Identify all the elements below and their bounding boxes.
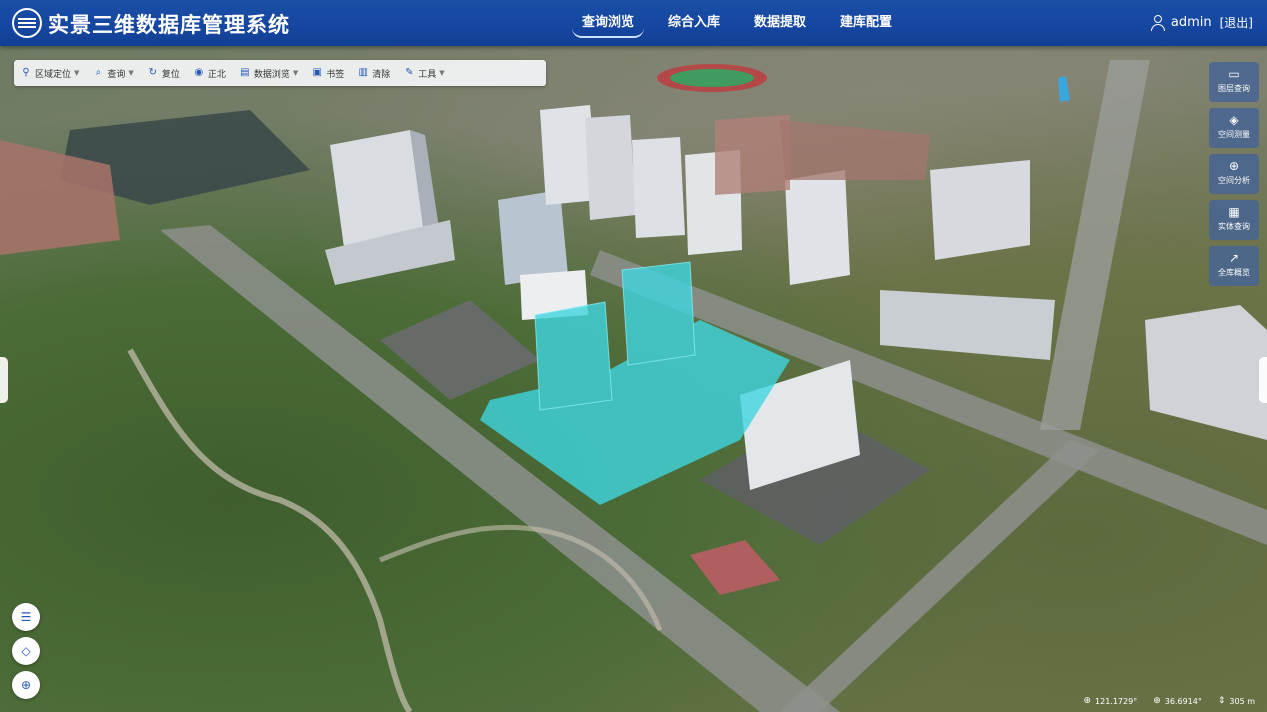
wrench-icon: ✎ (405, 67, 414, 78)
basemap-button[interactable]: ◇ (12, 637, 40, 665)
chevron-down-icon: ▼ (292, 69, 299, 77)
tab-integrated-import[interactable]: 综合入库 (656, 0, 732, 46)
globe-button[interactable]: ⊕ (12, 671, 40, 699)
compass-icon: ◉ (194, 67, 204, 78)
height-icon: ⇕ (1217, 696, 1226, 706)
overview-label: 全库概览 (1218, 268, 1250, 277)
app-title: 实景三维数据库管理系统 (48, 13, 290, 37)
chart-icon: ↗ (1228, 251, 1240, 265)
globe-icon: ⊕ (20, 678, 32, 692)
layer-query-button[interactable]: ▭ 图层查询 (1209, 62, 1259, 102)
reset-icon: ↻ (148, 67, 157, 78)
chevron-down-icon: ▼ (439, 69, 445, 77)
height-readout: ⇕ 305 m (1218, 696, 1255, 706)
globe-icon: ⊕ (1083, 696, 1092, 706)
bookmark-label: 书签 (326, 69, 345, 80)
spatial-analysis-label: 空间分析 (1218, 176, 1250, 185)
username: admin (1170, 15, 1212, 30)
latitude-readout: ⊕ 36.6914° (1153, 696, 1202, 706)
cube-icon: ◈ (1229, 113, 1239, 127)
entity-query-label: 实体查询 (1218, 222, 1250, 231)
latitude-value: 36.6914° (1164, 696, 1202, 706)
right-panel-toggle[interactable] (1259, 357, 1267, 403)
clear-label: 清除 (372, 69, 391, 80)
browse-label: 数据浏览 (253, 69, 290, 80)
spatial-analysis-button[interactable]: ⊕ 空间分析 (1209, 154, 1259, 194)
search-icon: ⌕ (95, 67, 102, 78)
bookmark-icon: ▣ (312, 67, 322, 78)
spatial-measure-label: 空间测量 (1218, 130, 1250, 139)
user-area: admin [退出] (1150, 14, 1253, 31)
layer-query-icon: ▭ (1228, 67, 1240, 81)
layers-icon: ▤ (240, 67, 250, 78)
globe-icon: ⊕ (1153, 696, 1161, 706)
location-pin-icon: ⚲ (22, 67, 30, 78)
longitude-value: 121.1729° (1095, 696, 1138, 706)
map-toolbar: ⚲ 区域定位 ▼ ⌕ 查询 ▼ ↻ 复位 ◉ 正北 ▤ 数据浏览 ▼ ▣ 书签 … (14, 60, 546, 86)
document-search-icon: ▦ (1228, 205, 1240, 219)
reset-label: 复位 (161, 69, 180, 80)
entity-query-button[interactable]: ▦ 实体查询 (1209, 200, 1259, 240)
app-logo-icon (12, 8, 42, 38)
layer-list-button[interactable]: ☰ (12, 603, 40, 631)
map-stack-icon: ◇ (21, 644, 31, 658)
layer-query-label: 图层查询 (1218, 84, 1250, 93)
logout-link[interactable]: [退出] (1220, 14, 1253, 31)
clear-button[interactable]: ▥ 清除 (351, 60, 397, 86)
data-browse-button[interactable]: ▤ 数据浏览 ▼ (233, 60, 305, 86)
north-label: 正北 (207, 69, 226, 80)
list-icon: ☰ (20, 610, 32, 624)
trash-icon: ▥ (358, 67, 368, 78)
tab-db-config[interactable]: 建库配置 (828, 0, 904, 46)
globe-icon: ⊕ (1228, 159, 1240, 173)
overview-button[interactable]: ↗ 全库概览 (1209, 246, 1259, 286)
chevron-down-icon: ▼ (128, 69, 134, 77)
3d-map-view[interactable] (0, 0, 1267, 712)
spatial-measure-button[interactable]: ◈ 空间测量 (1209, 108, 1259, 148)
query-button[interactable]: ⌕ 查询 ▼ (86, 60, 140, 86)
bookmark-button[interactable]: ▣ 书签 (305, 60, 351, 86)
top-header: 实景三维数据库管理系统 查询浏览 综合入库 数据提取 建库配置 admin [退… (0, 0, 1267, 46)
main-nav: 查询浏览 综合入库 数据提取 建库配置 (570, 0, 914, 46)
tools-label: 工具 (418, 69, 437, 80)
coordinate-status-bar: ⊕ 121.1729° ⊕ 36.6914° ⇕ 305 m (1067, 696, 1255, 706)
right-tool-panel: ▭ 图层查询 ◈ 空间测量 ⊕ 空间分析 ▦ 实体查询 ↗ 全库概览 (1209, 62, 1259, 292)
map-scene (0, 60, 1267, 712)
tools-button[interactable]: ✎ 工具 ▼ (397, 60, 451, 86)
height-value: 305 m (1229, 696, 1255, 706)
reset-button[interactable]: ↻ 复位 (141, 60, 187, 86)
region-label: 区域定位 (35, 69, 72, 80)
region-locate-button[interactable]: ⚲ 区域定位 ▼ (14, 60, 86, 86)
query-label: 查询 (107, 69, 126, 80)
chevron-down-icon: ▼ (74, 69, 80, 77)
left-panel-toggle[interactable] (0, 357, 8, 403)
north-button[interactable]: ◉ 正北 (187, 60, 233, 86)
longitude-readout: ⊕ 121.1729° (1083, 696, 1137, 706)
tab-data-extract[interactable]: 数据提取 (742, 0, 818, 46)
user-icon (1150, 14, 1165, 31)
tab-query-browse[interactable]: 查询浏览 (570, 0, 646, 46)
